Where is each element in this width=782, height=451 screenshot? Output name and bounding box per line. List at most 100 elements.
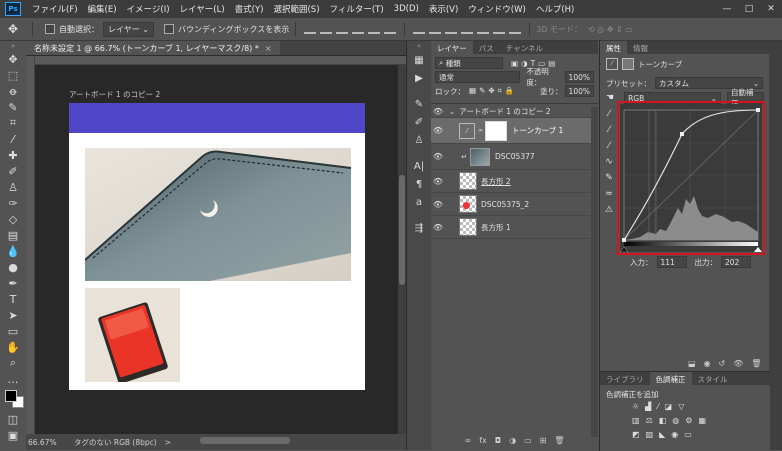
clip-to-layer-icon[interactable]: ⬓ [688,359,696,368]
more-tools-icon[interactable]: … [0,371,26,387]
zoom-level[interactable]: 66.67% [26,438,74,447]
quick-select-tool-icon[interactable]: ✎ [0,99,26,115]
type-tool-icon[interactable]: T [0,291,26,307]
lasso-tool-icon[interactable]: ꝋ [0,83,26,99]
trash-icon[interactable]: 🗑 [554,436,564,445]
tab-layers[interactable]: レイヤー [431,41,473,54]
brightness-contrast-icon[interactable]: ☼ [632,402,639,411]
brush-panel-icon[interactable]: ✎ [407,95,431,113]
right-panel-scroll[interactable] [769,41,782,450]
fill-input[interactable]: 100% [564,85,594,97]
clipping-warning-icon[interactable]: ⚠ [605,205,613,215]
move-tool-icon[interactable]: ✥ [0,22,26,36]
toolbar-collapse-icon[interactable]: » [0,41,26,51]
visibility-eye-icon[interactable]: 👁 [431,152,445,161]
blend-mode-dropdown[interactable]: 通常 [435,71,521,83]
strip-collapse-icon[interactable]: « [407,41,431,51]
vertical-scroll-thumb[interactable] [399,175,405,285]
timeline-panel-icon[interactable]: ⇶ [407,219,431,237]
maximize-button[interactable]: □ [738,4,760,14]
link-layers-icon[interactable]: ∞ [465,436,472,445]
actions-panel-icon[interactable]: ▶ [407,69,431,87]
stamp-tool-icon[interactable]: ♙ [0,179,26,195]
clone-source-icon[interactable]: ♙ [407,131,431,149]
auto-select-dropdown[interactable]: レイヤー ⌄ [103,21,155,37]
mask-icon[interactable] [622,58,634,70]
menu-edit[interactable]: 編集(E) [83,3,122,15]
visibility-eye-icon[interactable]: 👁 [431,177,445,186]
layer-row-selected[interactable]: 👁 ⁄ ∞ トーンカーブ 1 [431,118,591,144]
output-field[interactable]: 202 [721,256,751,268]
distribute-top-icon[interactable] [413,24,426,34]
color-balance-icon[interactable]: ⚖ [646,416,653,425]
brush-tool-icon[interactable]: ✐ [0,163,26,179]
bounding-box-checkbox[interactable] [164,24,175,34]
align-left-icon[interactable] [352,24,365,34]
smooth-icon[interactable]: ≈ [605,189,613,199]
vertical-scrollbar[interactable] [398,65,406,434]
black-white-icon[interactable]: ◧ [659,416,667,425]
tab-channels[interactable]: チャンネル [500,41,549,54]
gradient-map-icon[interactable]: ▭ [684,430,692,439]
dodge-tool-icon[interactable]: ● [0,259,26,275]
layer-row[interactable]: 👁 長方形 2 [431,170,591,193]
layer-row[interactable]: 👁 ↵ DSC05377 [431,144,591,170]
visibility-eye-icon[interactable]: 👁 [431,200,445,209]
vibrance-icon[interactable]: ▽ [678,402,684,411]
path-select-tool-icon[interactable]: ➤ [0,307,26,323]
tab-libraries[interactable]: ライブラリ [600,372,650,385]
align-vcenter-icon[interactable] [320,24,333,34]
eraser-tool-icon[interactable]: ◇ [0,211,26,227]
gray-point-eyedropper-icon[interactable]: ⁄ [608,125,610,135]
menu-filter[interactable]: フィルター(T) [325,3,389,15]
levels-icon[interactable]: ▟ [645,402,651,411]
selective-color-icon[interactable]: ◉ [671,430,678,439]
layer-row[interactable]: 👁 ⌄ アートボード 1 のコピー 2 [431,105,591,118]
hue-saturation-icon[interactable]: ▥ [632,416,640,425]
zoom-tool-icon[interactable]: ⌕ [0,355,26,371]
layers-scrollbar[interactable] [591,107,598,437]
layer-row[interactable]: 👁 DSC05375_2 [431,193,591,216]
opacity-input[interactable]: 100% [564,71,594,83]
new-group-icon[interactable]: ▭ [524,436,532,445]
menu-select[interactable]: 選択範囲(S) [268,3,324,15]
menu-image[interactable]: イメージ(I) [122,3,175,15]
layer-row[interactable]: 👁 長方形 1 [431,216,591,239]
pencil-icon[interactable]: ✎ [605,173,613,183]
visibility-eye-icon[interactable]: 👁 [431,223,445,232]
color-lookup-icon[interactable]: ▦ [698,416,706,425]
auto-align-icon[interactable] [509,24,522,34]
artboard-label[interactable]: アートボード 1 のコピー 2 [69,89,160,100]
tab-info[interactable]: 情報 [627,41,654,54]
layer-mask-thumbnail[interactable] [485,120,507,141]
distribute-bottom-icon[interactable] [445,24,458,34]
glyphs-panel-icon[interactable]: a [407,193,431,211]
menu-help[interactable]: ヘルプ(H) [531,3,580,15]
channel-mixer-icon[interactable]: ⚙ [685,416,692,425]
threshold-icon[interactable]: ◣ [659,430,665,439]
tab-styles[interactable]: スタイル [692,372,734,385]
menu-3d[interactable]: 3D(D) [389,4,424,14]
blur-tool-icon[interactable]: 💧 [0,243,26,259]
minimize-button[interactable]: — [716,4,738,14]
history-panel-icon[interactable]: ▦ [407,51,431,69]
foreground-color-swatch[interactable] [5,390,17,402]
artboard[interactable] [69,103,365,390]
distribute-left-icon[interactable] [461,24,474,34]
vertical-ruler[interactable] [26,56,35,434]
align-right-icon[interactable] [384,24,397,34]
tab-adjustments[interactable]: 色調補正 [649,372,692,385]
brush-settings-icon[interactable]: ✐ [407,113,431,131]
layer-filter-dropdown[interactable]: ⌕ 種類 [435,57,503,69]
color-swatches[interactable] [0,387,26,411]
chevron-down-icon[interactable]: ⌄ [449,107,455,116]
canvas-area[interactable]: アートボード 1 のコピー 2 [35,65,398,434]
eyedropper-tool-icon[interactable]: ⁄ [0,131,26,147]
quick-mask-icon[interactable]: ◫ [0,411,26,427]
posterize-icon[interactable]: ▨ [646,430,654,439]
close-tab-icon[interactable]: × [265,44,272,53]
link-icon[interactable]: ∞ [478,127,483,134]
lock-icons[interactable]: ▦✎✥⌗🔒 [469,86,517,96]
tab-paths[interactable]: パス [473,41,500,54]
distribute-vcenter-icon[interactable] [429,24,442,34]
